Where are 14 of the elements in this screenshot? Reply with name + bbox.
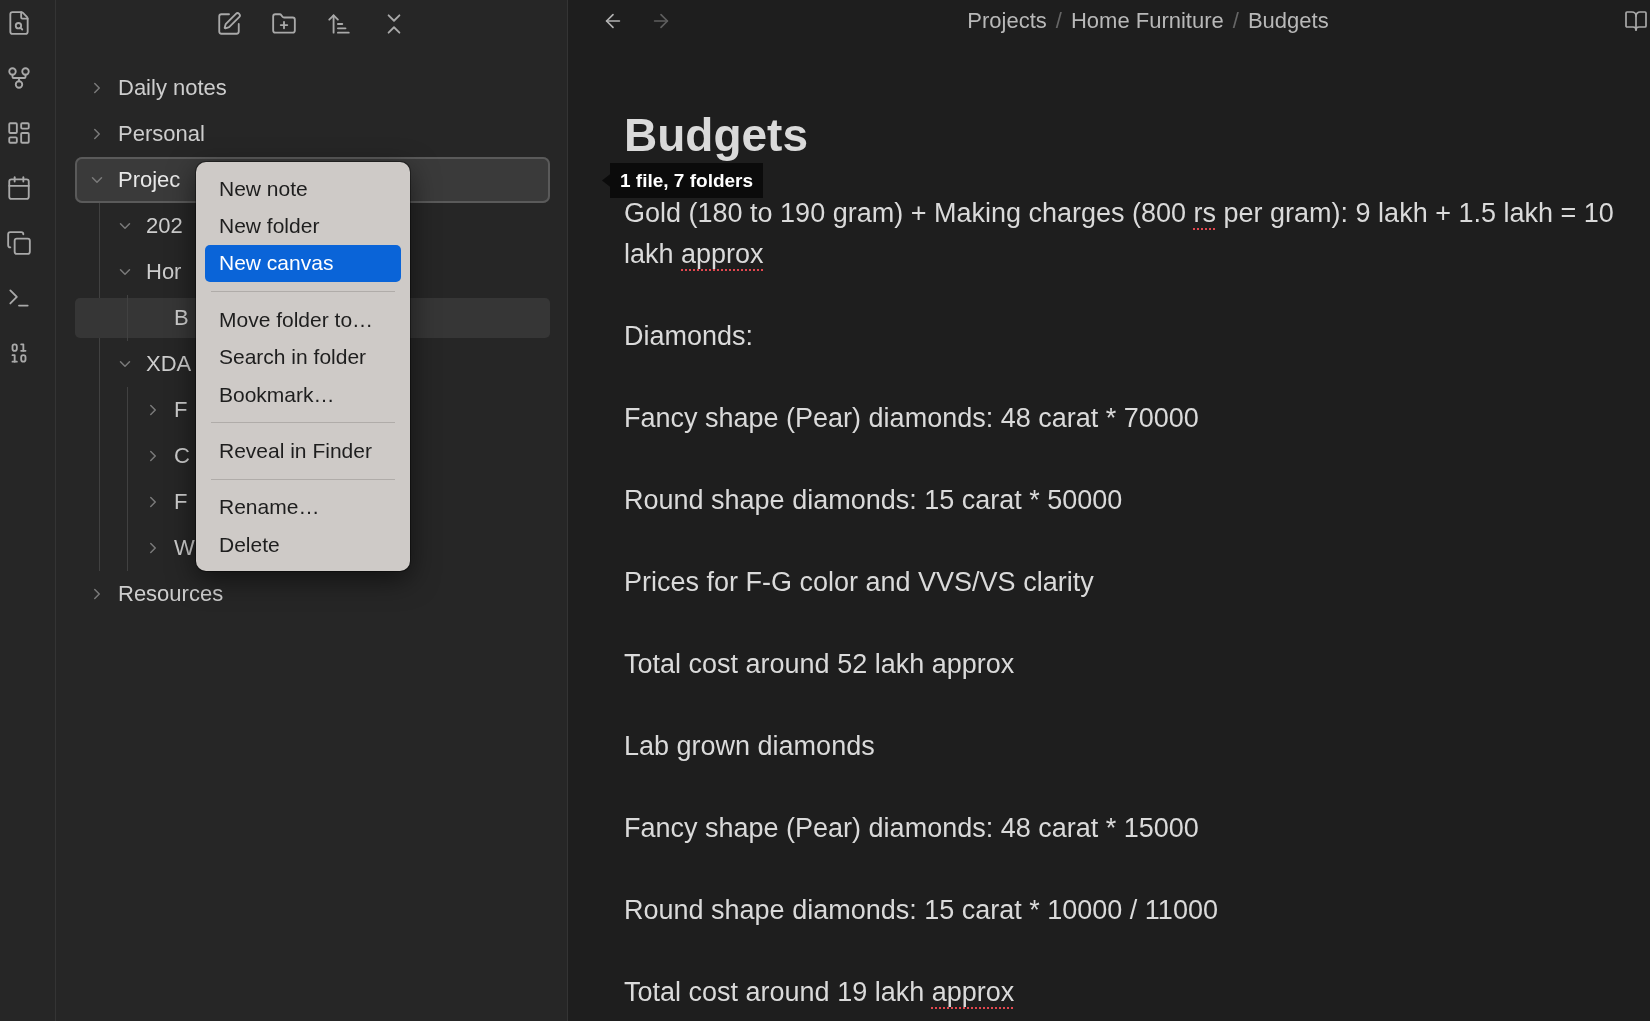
note-paragraph: Round shape diamonds: 15 carat * 50000 xyxy=(624,484,1123,517)
note-paragraph: Lab grown diamonds xyxy=(624,730,875,763)
breadcrumb-separator: / xyxy=(1232,8,1239,34)
tooltip: 1 file, 7 folders xyxy=(602,163,764,198)
note-paragraph: Fancy shape (Pear) diamonds: 48 carat * 70000 xyxy=(624,402,1199,435)
note-paragraph: Total cost around 52 lakh approx xyxy=(624,648,1015,681)
note-paragraph: Gold (180 to 190 gram) + Making charges (800 rs per gram): 9 lakh + 1.5 lakh = 10 lakh approx xyxy=(624,197,1615,271)
note-title: Budgets xyxy=(624,108,808,163)
note-paragraph: Total cost around 19 lakh approx xyxy=(624,976,1015,1009)
note-paragraph: Diamonds: xyxy=(624,320,754,353)
note-paragraph: Round shape diamonds: 15 carat * 10000 / 11000 xyxy=(624,894,1218,927)
note-paragraph: Fancy shape (Pear) diamonds: 48 carat * 15000 xyxy=(624,812,1199,845)
breadcrumb-separator: / xyxy=(1055,8,1062,34)
note-paragraph: Prices for F-G color and VVS/VS clarity xyxy=(624,566,1094,599)
